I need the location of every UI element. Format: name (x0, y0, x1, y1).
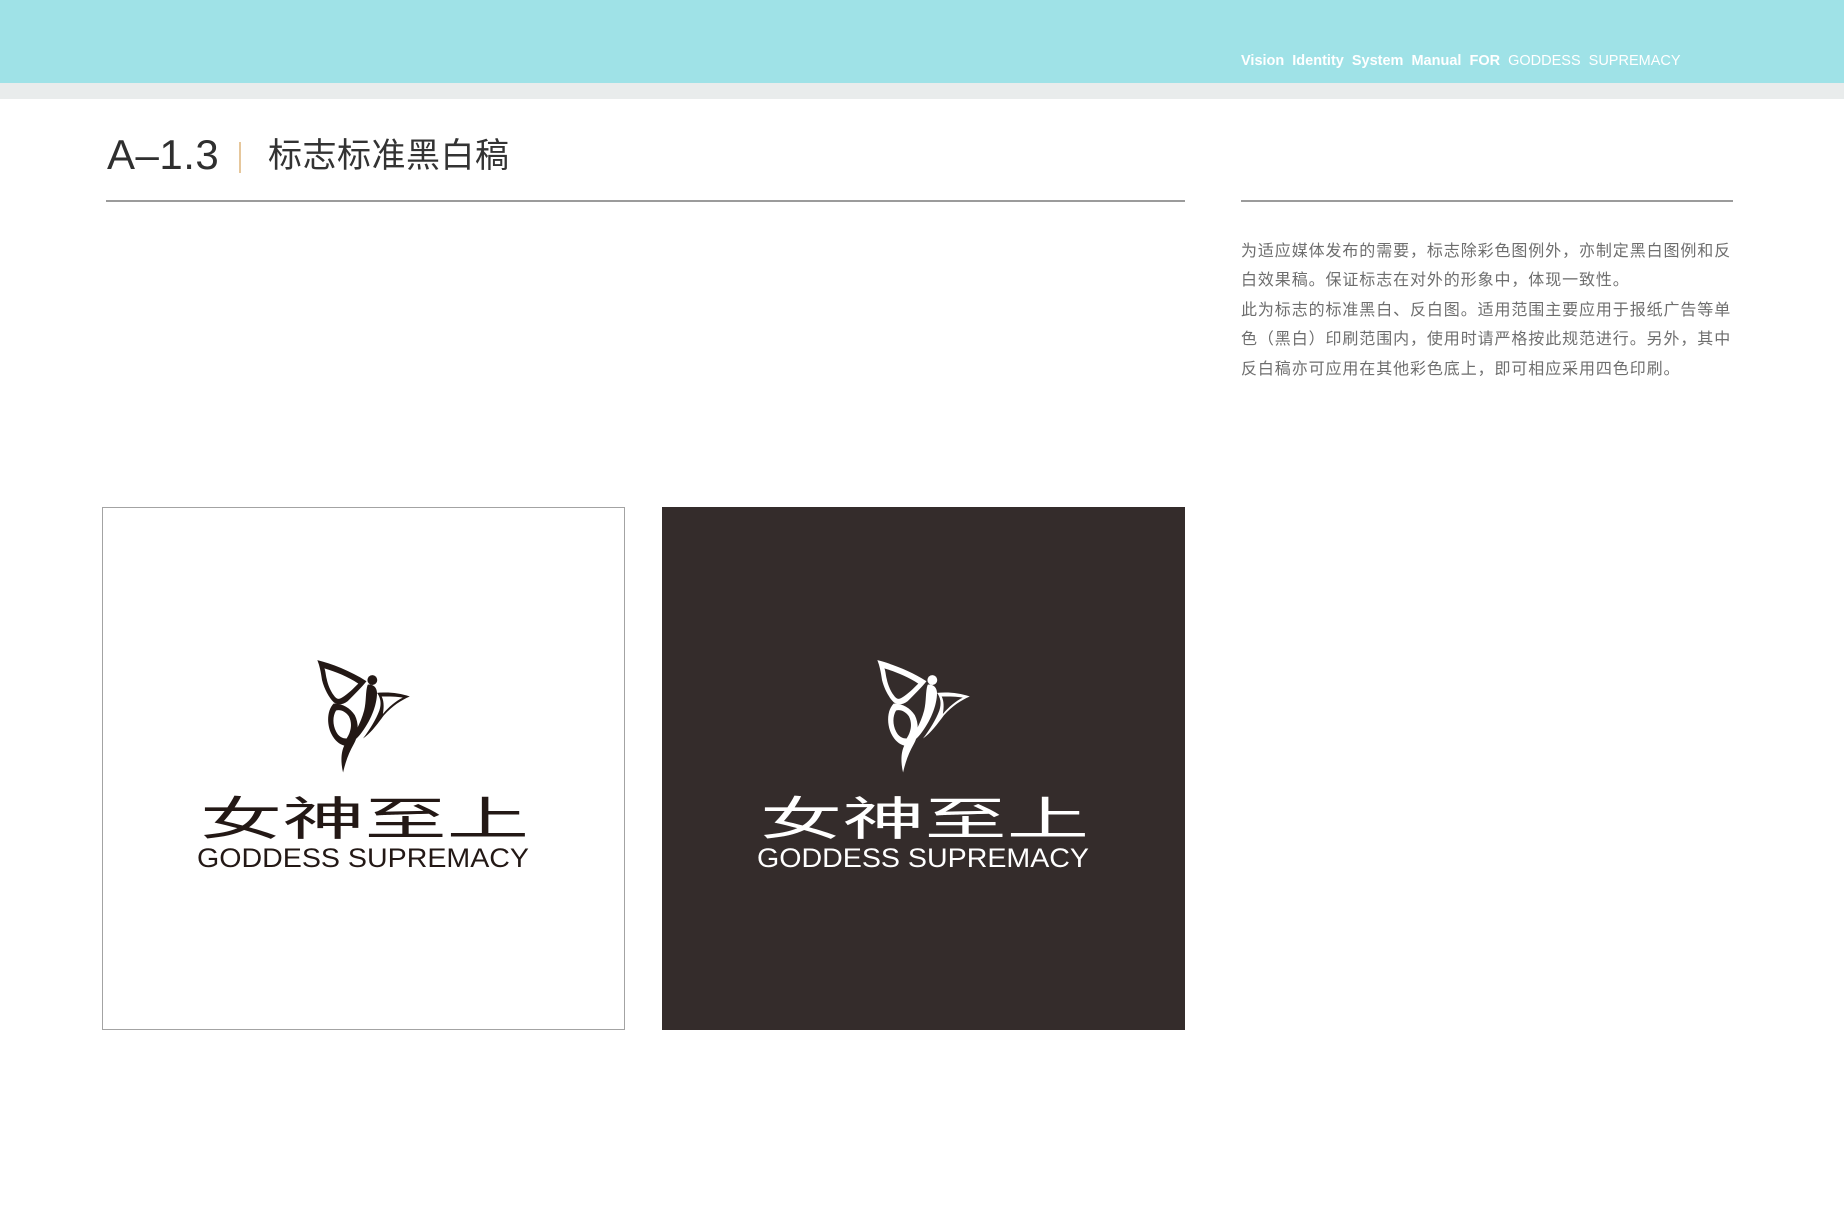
description-line: 为适应媒体发布的需要，标志除彩色图例外，亦制定黑白图例和反 (1241, 243, 1732, 260)
description-rule (1241, 200, 1733, 202)
description-line: 反白稿亦可应用在其他彩色底上，即可相应采用四色印刷。 (1241, 360, 1681, 378)
title-separator (239, 142, 241, 173)
for-label: FOR (1469, 53, 1501, 69)
title-rule (106, 200, 1185, 202)
description-line: 此为标志的标准黑白、反白图。适用范围主要应用于报纸广告等单 (1241, 301, 1732, 319)
header-manual-caption: Vision Identity System Manual FOR GODDES… (1241, 51, 1681, 71)
logo-english-name: GODDESS SUPREMACY (197, 843, 529, 873)
logo-artwork: 女神至上 GODDESS SUPREMACY (197, 660, 529, 873)
logo-artwork: 女神至上 GODDESS SUPREMACY (757, 660, 1089, 873)
logo-chinese-name: 女神至上 (200, 792, 529, 846)
logo-english-name: GODDESS SUPREMACY (757, 843, 1089, 873)
description: 为适应媒体发布的需要，标志除彩色图例外，亦制定黑白图例和反 白效果稿。保证标志在… (1241, 237, 1801, 384)
brand-name: GODDESS SUPREMACY (1508, 53, 1681, 69)
logo-chinese-name: 女神至上 (760, 792, 1089, 846)
section-code: A–1.3 (107, 131, 220, 178)
manual-title: Vision Identity System Manual (1241, 53, 1462, 69)
butterfly-icon (877, 660, 970, 773)
description-line: 白效果稿。保证标志在对外的形象中，体现一致性。 (1241, 272, 1630, 290)
header-strip (0, 83, 1844, 99)
butterfly-icon (317, 660, 410, 773)
logo-panel-white-on-dark: 女神至上 GODDESS SUPREMACY (662, 507, 1185, 1030)
logo-panel-black-on-white: 女神至上 GODDESS SUPREMACY (102, 507, 625, 1030)
page-title: 标志标准黑白稿 (268, 137, 510, 175)
description-line: 色（黑白）印刷范围内，使用时请严格按此规范进行。另外，其中 (1241, 331, 1732, 349)
